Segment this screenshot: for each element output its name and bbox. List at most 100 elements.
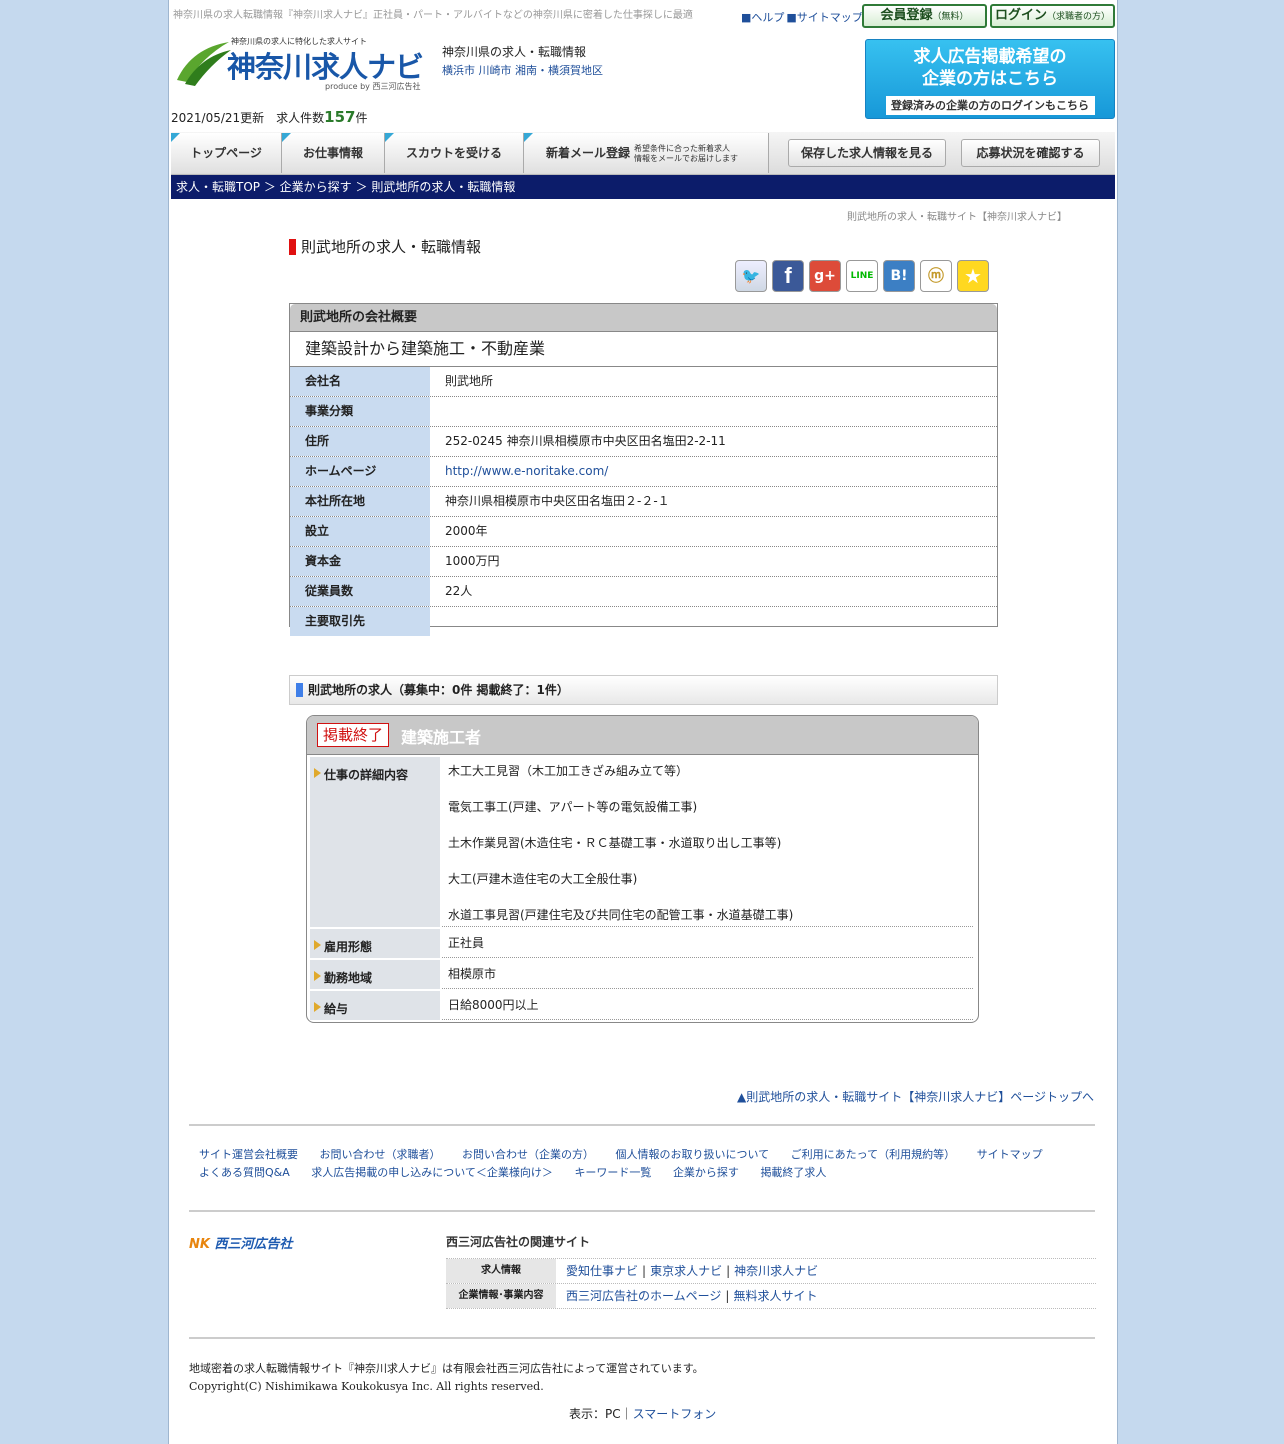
nav-top[interactable]: トップページ bbox=[171, 133, 282, 173]
footer-link[interactable]: サイトマップ bbox=[977, 1148, 1043, 1161]
banner-line2: 企業の方はこちら bbox=[922, 69, 1058, 89]
logo-leaf-icon bbox=[177, 42, 231, 86]
nav-mail[interactable]: 新着メール登録 希望条件に合った新着求人 情報をメールでお届けします bbox=[524, 133, 769, 173]
breadcrumb-company[interactable]: 企業から探す bbox=[280, 180, 352, 194]
banner-login-link[interactable]: 登録済みの企業の方のログインもこちら bbox=[885, 96, 1095, 115]
help-link[interactable]: ■ヘルプ bbox=[741, 11, 784, 24]
row-value: 神奈川県相模原市中央区田名塩田２-２-１ bbox=[445, 494, 670, 508]
ended-badge: 掲載終了 bbox=[317, 723, 390, 747]
favorite-star-icon[interactable]: ★ bbox=[957, 260, 989, 292]
register-label: 会員登録 bbox=[880, 8, 933, 23]
footer-link[interactable]: サイト運営会社概要 bbox=[199, 1148, 298, 1161]
related-link[interactable]: 神奈川求人ナビ bbox=[734, 1264, 818, 1278]
related-link[interactable]: 無料求人サイト bbox=[733, 1289, 817, 1303]
breadcrumb-top[interactable]: 求人・転職TOP bbox=[176, 180, 260, 194]
saved-jobs-button[interactable]: 保存した求人情報を見る bbox=[788, 139, 946, 167]
page-top-link[interactable]: ▲則武地所の求人・転職サイト【神奈川求人ナビ】ページトップへ bbox=[737, 1088, 1094, 1105]
footer-link[interactable]: 個人情報のお取り扱いについて bbox=[616, 1148, 770, 1161]
row-label: 従業員数 bbox=[290, 577, 430, 606]
jobs-heading: 則武地所の求人（募集中：0件 掲載終了：1件） bbox=[289, 675, 998, 705]
related-title: 西三河広告社の関連サイト bbox=[446, 1235, 591, 1249]
overview-row: 従業員数 22人 bbox=[290, 577, 997, 607]
region-link-yokohama[interactable]: 横浜市 bbox=[442, 64, 475, 77]
detail-label: 仕事の詳細内容 bbox=[310, 757, 440, 927]
footer-divider bbox=[189, 1124, 1095, 1126]
row-label: 資本金 bbox=[290, 547, 430, 576]
row-value: 2000年 bbox=[445, 524, 488, 538]
job-title[interactable]: 建築施工者 bbox=[401, 724, 481, 748]
footer-divider bbox=[189, 1210, 1095, 1212]
job-count: 157 bbox=[324, 108, 356, 126]
job-header: 掲載終了 建築施工者 bbox=[307, 716, 978, 755]
related-row: 企業情報･事業内容 西三河広告社のホームページ | 無料求人サイト bbox=[446, 1283, 1096, 1309]
footer-link[interactable]: キーワード一覧 bbox=[574, 1166, 651, 1179]
region-links: 横浜市 川崎市 湘南・横須賀地区 bbox=[442, 62, 603, 78]
employer-banner[interactable]: 求人広告掲載希望の 企業の方はこちら 登録済みの企業の方のログインもこちら bbox=[865, 39, 1115, 119]
nav-scout[interactable]: スカウトを受ける bbox=[385, 133, 524, 173]
row-label: ホームページ bbox=[290, 457, 430, 486]
facebook-icon[interactable]: f bbox=[772, 260, 804, 292]
footer-link[interactable]: お問い合わせ（求職者） bbox=[320, 1148, 441, 1161]
overview-row: 事業分類 bbox=[290, 397, 997, 427]
banner-line1: 求人広告掲載希望の bbox=[913, 47, 1067, 67]
employment-label: 雇用形態 bbox=[310, 929, 440, 958]
company-overview: 則武地所の会社概要 建築設計から建築施工・不動産業 会社名 則武地所 事業分類 住… bbox=[289, 303, 998, 636]
application-status-button[interactable]: 応募状況を確認する bbox=[961, 139, 1100, 167]
related-label: 求人情報 bbox=[446, 1259, 556, 1283]
hatena-icon[interactable]: B! bbox=[883, 260, 915, 292]
seo-text: 神奈川県の求人転職情報『神奈川求人ナビ』正社員・パート・アルバイトなどの神奈川県… bbox=[173, 10, 693, 21]
site-name: 則武地所の求人・転職サイト【神奈川求人ナビ】 bbox=[847, 212, 1067, 223]
homepage-link[interactable]: http://www.e-noritake.com/ bbox=[445, 464, 608, 478]
row-value bbox=[430, 607, 997, 636]
nav-mail-label: 新着メール登録 bbox=[546, 146, 631, 160]
related-link[interactable]: 愛知仕事ナビ bbox=[566, 1264, 638, 1278]
login-button[interactable]: ログイン（求職者の方） bbox=[990, 4, 1115, 28]
row-label: 本社所在地 bbox=[290, 487, 430, 516]
sitemap-link[interactable]: ■サイトマップ bbox=[786, 11, 862, 24]
mixi-icon[interactable]: ⓜ bbox=[920, 260, 952, 292]
page-wrapper: 神奈川県の求人転職情報『神奈川求人ナビ』正社員・パート・アルバイトなどの神奈川県… bbox=[168, 0, 1118, 1444]
overview-row: 設立 2000年 bbox=[290, 517, 997, 547]
row-value: 則武地所 bbox=[445, 374, 494, 388]
job-detail-row: 仕事の詳細内容 木工大工見習（木工加工きざみ組み立て等） 電気工事工(戸建、アパ… bbox=[310, 757, 973, 927]
copyright-text: Copyright(C) Nishimikawa Koukokusya Inc.… bbox=[189, 1380, 544, 1393]
google-plus-icon[interactable]: g+ bbox=[809, 260, 841, 292]
footer-link[interactable]: お問い合わせ（企業の方） bbox=[462, 1148, 594, 1161]
row-label: 住所 bbox=[290, 427, 430, 456]
copyright: 地域密着の求人転職情報サイト『神奈川求人ナビ』は有限会社西三河広告社によって運営… bbox=[189, 1360, 704, 1396]
register-button[interactable]: 会員登録（無料） bbox=[862, 4, 987, 28]
job-count-unit: 件 bbox=[355, 111, 368, 125]
twitter-icon[interactable]: 🐦 bbox=[735, 260, 767, 292]
operator-text: 地域密着の求人転職情報サイト『神奈川求人ナビ』は有限会社西三河広告社によって運営… bbox=[189, 1362, 704, 1375]
overview-row: 主要取引先 bbox=[290, 607, 997, 636]
site-logo[interactable]: 神奈川県の求人に特化した求人サイト 神奈川求人ナビ produce by 西三河… bbox=[175, 36, 424, 92]
footer-link[interactable]: ご利用にあたって（利用規約等） bbox=[791, 1148, 955, 1161]
update-info: 2021/05/21更新 求人件数157件 bbox=[171, 108, 368, 126]
overview-catch: 建築設計から建築施工・不動産業 bbox=[290, 332, 997, 367]
row-value: 22人 bbox=[445, 584, 473, 598]
row-value: 1000万円 bbox=[445, 554, 500, 568]
detail-value: 木工大工見習（木工加工きざみ組み立て等） 電気工事工(戸建、アパート等の電気設備… bbox=[442, 753, 973, 927]
related-link[interactable]: 東京求人ナビ bbox=[650, 1264, 722, 1278]
line-icon[interactable]: LINE bbox=[846, 260, 878, 292]
breadcrumb-current: 則武地所の求人・転職情報 bbox=[371, 180, 516, 194]
salary-row: 給与 日給8000円以上 bbox=[310, 991, 973, 1020]
footer-link[interactable]: 企業から探す bbox=[673, 1166, 739, 1179]
nav-jobs[interactable]: お仕事情報 bbox=[282, 133, 385, 173]
row-label: 事業分類 bbox=[290, 397, 430, 426]
footer-link[interactable]: 求人広告掲載の申し込みについて＜企業様向け＞ bbox=[311, 1166, 553, 1179]
footer-link[interactable]: よくある質問Q&A bbox=[199, 1166, 290, 1179]
job-card[interactable]: 掲載終了 建築施工者 仕事の詳細内容 木工大工見習（木工加工きざみ組み立て等） … bbox=[306, 715, 979, 1023]
region-link-shonan[interactable]: 湘南・横須賀地区 bbox=[515, 64, 603, 77]
region-title: 神奈川県の求人・転職情報 bbox=[442, 45, 587, 59]
row-label: 会社名 bbox=[290, 367, 430, 396]
related-link[interactable]: 西三河広告社のホームページ bbox=[566, 1289, 721, 1303]
smartphone-link[interactable]: スマートフォン bbox=[633, 1407, 717, 1421]
related-label: 企業情報･事業内容 bbox=[446, 1284, 556, 1308]
row-value bbox=[430, 397, 997, 426]
region-link-kawasaki[interactable]: 川崎市 bbox=[479, 64, 512, 77]
row-value: 252-0245 神奈川県相模原市中央区田名塩田2-2-11 bbox=[445, 434, 726, 448]
register-sub: （無料） bbox=[932, 12, 969, 22]
company-logo[interactable]: NK 西三河広告社 bbox=[189, 1233, 293, 1252]
footer-link[interactable]: 掲載終了求人 bbox=[760, 1166, 826, 1179]
